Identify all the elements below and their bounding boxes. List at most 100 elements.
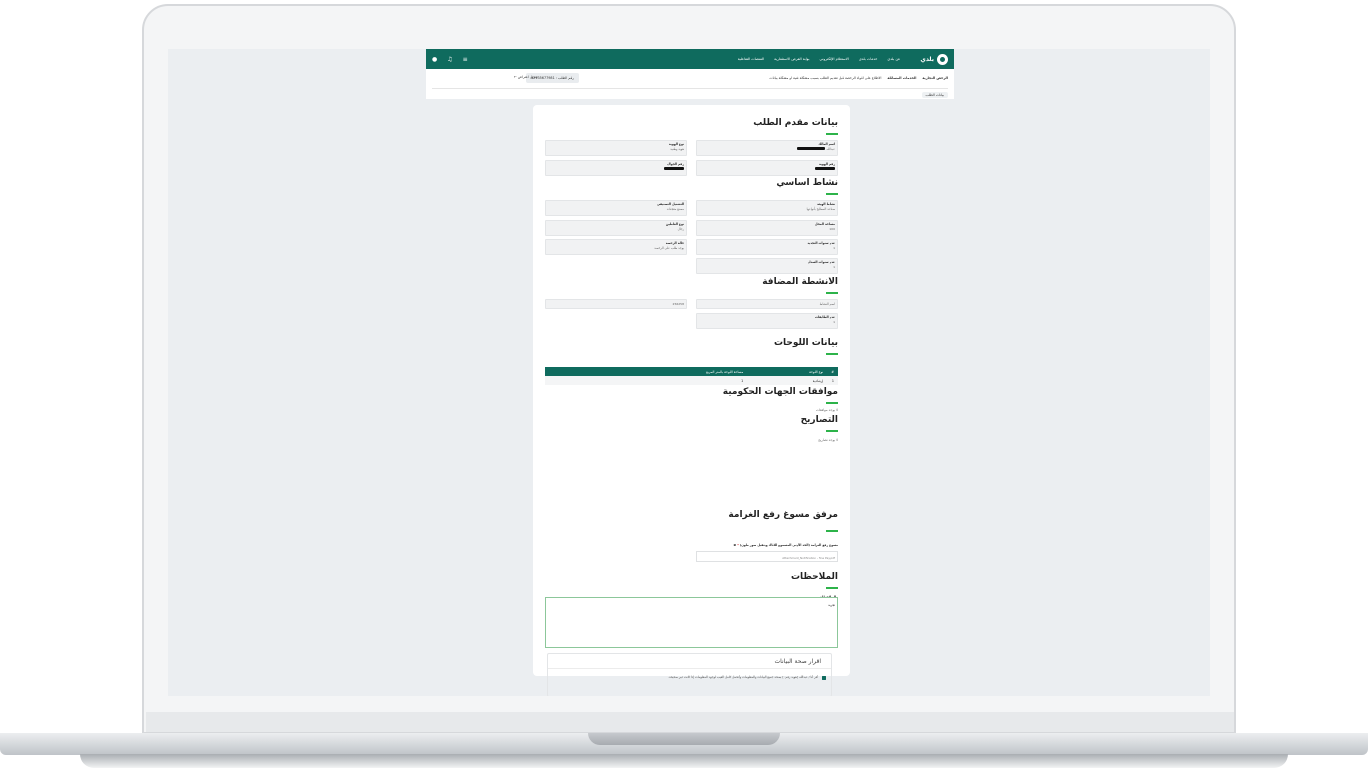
acknowledgement-text: أقر أنا / عبدالله [هوية رقم: ] بصحة جميع… bbox=[668, 675, 818, 679]
section-title-fine-waiver: مرفق مسوغ رفع الغرامة bbox=[728, 510, 838, 520]
field-value: 100 bbox=[829, 227, 835, 231]
acknowledgement-box: اقرار صحة البيانات أقر أنا / عبدالله [هو… bbox=[547, 653, 832, 696]
field-label: نوع الهوية bbox=[668, 142, 684, 146]
field-mobile: رقم الجوال bbox=[545, 160, 687, 176]
table-cell: 1 bbox=[545, 376, 748, 385]
field-renewal-years: عدد سنوات التجديد 1 bbox=[696, 239, 838, 255]
menu-icon[interactable]: ≡ bbox=[463, 56, 468, 63]
acknowledgement-title: اقرار صحة البيانات bbox=[774, 658, 822, 665]
section-title-gov-approvals: موافقات الجهات الحكومية bbox=[722, 387, 838, 397]
section-underline bbox=[826, 133, 838, 135]
field-value: 1 bbox=[833, 265, 835, 269]
field-label: رقم الهوية bbox=[818, 162, 835, 166]
field-value-text: عبدالله bbox=[826, 147, 835, 151]
breadcrumb-home[interactable]: الرخص التجارية bbox=[922, 76, 948, 80]
field-value: يوجد طلب على الرخصة bbox=[654, 246, 684, 250]
section-title-permits: التصاريح bbox=[800, 415, 838, 425]
column-header: نوع اللوحة bbox=[747, 367, 828, 376]
section-underline bbox=[826, 193, 838, 195]
field-owner-name: اسم المالك عبدالله bbox=[696, 140, 838, 156]
section-underline bbox=[826, 587, 838, 589]
laptop-notch bbox=[588, 733, 780, 745]
field-floors: عدد الطابقات 1 bbox=[696, 313, 838, 329]
field-label: حالة الرخصة bbox=[665, 241, 684, 245]
field-license-status: حالة الرخصة يوجد طلب على الرخصة bbox=[545, 239, 687, 255]
info-icon[interactable]: ❶ bbox=[734, 543, 737, 547]
table-row: 1 إرشادية 1 bbox=[545, 376, 838, 385]
field-workers-type: نوع العاملين رجال bbox=[545, 220, 687, 236]
column-header: مساحة اللوحة بالمتر المربع bbox=[545, 367, 748, 376]
field-label: عدد الطابقات bbox=[815, 315, 835, 319]
field-label: اسم المالك bbox=[818, 142, 835, 146]
tab-bar: بيانات الطلب bbox=[432, 88, 948, 98]
breadcrumb-service[interactable]: الخدمات المسائلة bbox=[887, 76, 916, 80]
section-title-boards: بيانات اللوحات bbox=[773, 338, 838, 348]
section-underline bbox=[826, 353, 838, 355]
arrow-left-icon: ← bbox=[514, 75, 517, 79]
request-card: بيانات مقدم الطلب اسم المالك عبدالله نوع… bbox=[533, 105, 850, 696]
notes-textarea[interactable]: تجربة bbox=[545, 597, 838, 648]
field-label: رقم الجوال bbox=[667, 162, 684, 166]
column-header: # bbox=[827, 367, 838, 376]
section-title-notes: الملاحظات bbox=[790, 572, 838, 582]
section-title-added-activities: الانشطة المضافة bbox=[762, 277, 838, 287]
logo-text: بلدي bbox=[920, 55, 934, 63]
field-label: نشاط الهيئة bbox=[817, 202, 835, 206]
field-label: مساحة المحل bbox=[814, 222, 835, 226]
divider bbox=[548, 668, 831, 669]
field-label: التشغيل التصنيفي bbox=[656, 202, 684, 206]
bell-icon[interactable]: ♫ bbox=[447, 56, 452, 63]
upload-field[interactable]: Attachment_Notification - fine Pay.pdf bbox=[696, 551, 838, 562]
empty-approvals: لا يوجد موافقات bbox=[815, 408, 838, 412]
nav-item-about[interactable]: عن بلدي bbox=[887, 57, 900, 61]
section-underline bbox=[826, 530, 838, 532]
nav-item-platforms[interactable]: المنصات التفاعلية bbox=[738, 57, 764, 61]
section-underline bbox=[826, 402, 838, 404]
field-value: 256258 bbox=[672, 302, 684, 306]
nav-item-inquiry[interactable]: الاستعلام الإلكتروني bbox=[820, 57, 849, 61]
field-value: مصنع معجنات bbox=[666, 207, 684, 211]
field-label: نوع العاملين bbox=[665, 222, 684, 226]
section-title-applicant: بيانات مقدم الطلب bbox=[753, 118, 838, 128]
field-value bbox=[699, 167, 835, 171]
table-header-row: # نوع اللوحة مساحة اللوحة بالمتر المربع bbox=[545, 367, 838, 376]
table-cell: 1 bbox=[827, 376, 838, 385]
acknowledge-checkbox[interactable] bbox=[822, 676, 826, 680]
nav-menu: عن بلدي خدمات بلدي الاستعلام الإلكتروني … bbox=[738, 57, 901, 61]
field-label: عدد سنوات التجديد bbox=[807, 241, 835, 245]
field-classification: التشغيل التصنيفي مصنع معجنات bbox=[545, 200, 687, 216]
field-label: عدد سنوات السداد bbox=[807, 260, 835, 264]
laptop-bezel-bottom bbox=[146, 712, 1234, 732]
back-link[interactable]: تعديل اعتراض ← bbox=[514, 75, 538, 79]
logo[interactable]: بلدي bbox=[920, 53, 948, 65]
section-underline bbox=[826, 292, 838, 294]
breadcrumb: الرخص التجارية الخدمات المسائلة الاطلاع … bbox=[769, 76, 948, 80]
field-payment-years: عدد سنوات السداد 1 bbox=[696, 258, 838, 274]
field-value: هوية وطنية bbox=[670, 147, 684, 151]
back-label: تعديل اعتراض bbox=[517, 75, 538, 79]
field-value: 1 bbox=[833, 246, 835, 250]
field-value: 1 bbox=[833, 320, 835, 324]
user-icon[interactable]: ● bbox=[432, 56, 437, 63]
upload-filename: Attachment_Notification - fine Pay.pdf bbox=[782, 556, 835, 560]
field-shop-area: مساحة المحل 100 bbox=[696, 220, 838, 236]
table-cell: إرشادية bbox=[747, 376, 828, 385]
upload-label-text: مسوغ رفع الغرامة (الحد الأدنى المسموح لل… bbox=[739, 543, 838, 547]
field-label: اسم النشاط bbox=[819, 302, 835, 306]
section-underline bbox=[826, 430, 838, 432]
nav-item-services[interactable]: خدمات بلدي bbox=[859, 57, 878, 61]
nav-icons: ≡ ♫ ● bbox=[432, 56, 468, 63]
redaction bbox=[815, 167, 835, 170]
breadcrumb-notice: الاطلاع على اقواء الرخصة قبل تقديم الطلب… bbox=[769, 76, 882, 80]
boards-table: # نوع اللوحة مساحة اللوحة بالمتر المربع … bbox=[545, 367, 838, 385]
field-value: صناعة المطابخ بأنواعها bbox=[806, 207, 835, 211]
tab-request-data[interactable]: بيانات الطلب bbox=[921, 92, 948, 98]
breadcrumb-bar: الرخص التجارية الخدمات المسائلة الاطلاع … bbox=[426, 69, 954, 99]
redaction bbox=[797, 147, 826, 150]
nav-item-investment[interactable]: بوابة الفرص الاستثمارية bbox=[774, 57, 809, 61]
screen: بلدي عن بلدي خدمات بلدي الاستعلام الإلكت… bbox=[168, 49, 1210, 696]
field-activity: نشاط الهيئة صناعة المطابخ بأنواعها bbox=[696, 200, 838, 216]
redaction bbox=[664, 167, 684, 170]
field-activity-code: 256258 bbox=[545, 299, 687, 309]
field-activity-name: اسم النشاط bbox=[696, 299, 838, 309]
